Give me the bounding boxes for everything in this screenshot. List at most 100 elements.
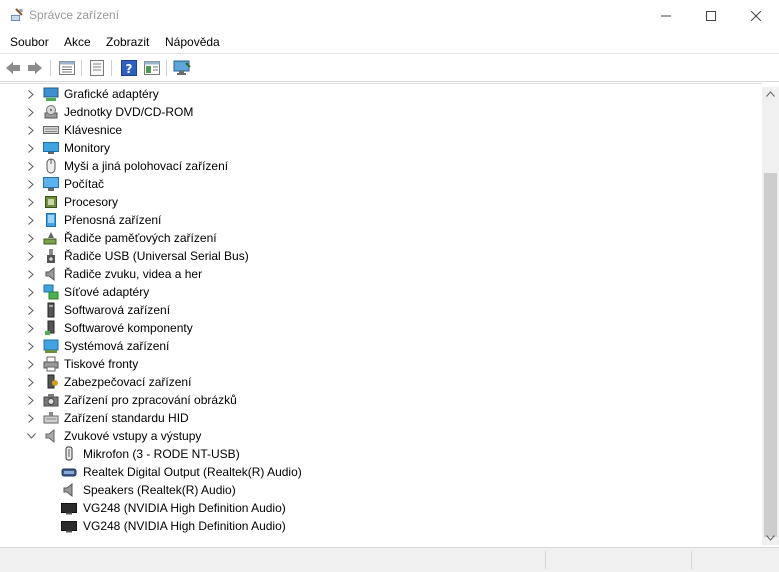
chevron-right-icon[interactable] [25, 193, 37, 211]
scrollbar-thumb[interactable] [764, 173, 777, 537]
device-tree[interactable]: Grafické adaptéry Jednotky DVD/CD-ROM Kláv… [0, 83, 762, 546]
minimize-icon [661, 15, 671, 16]
tree-category[interactable]: Procesory [0, 193, 760, 211]
help-button[interactable]: ? [120, 59, 138, 77]
chevron-right-icon[interactable] [25, 391, 37, 409]
close-button[interactable] [733, 0, 779, 31]
chevron-right-icon[interactable] [25, 247, 37, 265]
monitor-audio-icon [61, 521, 77, 533]
scroll-down-button[interactable] [762, 531, 779, 545]
chevron-right-icon[interactable] [25, 319, 37, 337]
menu-help[interactable]: Nápověda [165, 35, 220, 49]
menu-action[interactable]: Akce [64, 35, 91, 49]
network-adapter-icon [43, 284, 59, 300]
menu-view[interactable]: Zobrazit [106, 35, 149, 49]
chevron-right-icon[interactable] [25, 337, 37, 355]
toolbar-separator [111, 60, 112, 76]
tree-category[interactable]: Zvukové vstupy a výstupy [0, 427, 760, 445]
tree-device[interactable]: Realtek Digital Output (Realtek(R) Audio… [0, 463, 760, 481]
tree-category[interactable]: Softwarové komponenty [0, 319, 760, 337]
portable-device-icon [46, 213, 56, 227]
tree-item-label: Systémová zařízení [64, 339, 170, 353]
chevron-right-icon[interactable] [25, 409, 37, 427]
monitor-scan-icon [173, 60, 191, 75]
mouse-icon [46, 158, 56, 174]
menu-bar: Soubor Akce Zobrazit Nápověda [0, 31, 779, 53]
keyboard-icon [43, 126, 59, 134]
chevron-right-icon[interactable] [25, 229, 37, 247]
toolbar-separator [50, 60, 51, 76]
chevron-right-icon[interactable] [25, 157, 37, 175]
tree-item-label: Mikrofon (3 - RODE NT-USB) [83, 447, 240, 461]
tree-item-label: Řadiče USB (Universal Serial Bus) [64, 249, 249, 263]
chevron-down-icon[interactable] [25, 427, 37, 445]
tree-category[interactable]: Klávesnice [0, 121, 760, 139]
tree-item-label: Počítač [64, 177, 105, 191]
status-bar [0, 547, 779, 572]
document-button[interactable] [88, 59, 106, 77]
audio-io-icon [45, 428, 55, 444]
display-adapter-icon [43, 87, 59, 101]
tree-category[interactable]: Jednotky DVD/CD-ROM [0, 103, 760, 121]
tree-category[interactable]: Softwarová zařízení [0, 301, 760, 319]
close-icon [751, 10, 761, 21]
tree-category[interactable]: Zařízení standardu HID [0, 409, 760, 427]
tree-device[interactable]: VG248 (NVIDIA High Definition Audio) [0, 499, 760, 517]
menu-file[interactable]: Soubor [10, 35, 49, 49]
tree-category[interactable]: Monitory [0, 139, 760, 157]
tree-item-label: Softwarová zařízení [64, 303, 171, 317]
chevron-right-icon[interactable] [25, 121, 37, 139]
chevron-right-icon[interactable] [25, 85, 37, 103]
back-icon [6, 62, 20, 74]
dvd-drive-icon [44, 105, 58, 119]
chevron-right-icon[interactable] [25, 283, 37, 301]
maximize-button[interactable] [688, 0, 734, 31]
tree-item-label: Procesory [64, 195, 119, 209]
tree-item-label: VG248 (NVIDIA High Definition Audio) [83, 501, 286, 515]
tree-category[interactable]: Síťové adaptéry [0, 283, 760, 301]
tree-item-label: Jednotky DVD/CD-ROM [64, 105, 194, 119]
chevron-right-icon[interactable] [25, 211, 37, 229]
tree-device[interactable]: Mikrofon (3 - RODE NT-USB) [0, 445, 760, 463]
chevron-right-icon[interactable] [25, 355, 37, 373]
speaker-icon [45, 266, 55, 282]
chevron-right-icon[interactable] [25, 103, 37, 121]
tree-category[interactable]: Myši a jiná polohovací zařízení [0, 157, 760, 175]
vertical-scrollbar[interactable] [762, 87, 779, 545]
minimize-button[interactable] [643, 0, 689, 31]
tree-item-label: Speakers (Realtek(R) Audio) [83, 483, 236, 497]
tree-category[interactable]: Systémová zařízení [0, 337, 760, 355]
software-component-icon [45, 320, 55, 335]
chevron-right-icon[interactable] [25, 373, 37, 391]
tree-category[interactable]: Zabezpečovací zařízení [0, 373, 760, 391]
forward-icon [28, 62, 42, 74]
tree-category[interactable]: Grafické adaptéry [0, 85, 760, 103]
system-device-icon [43, 339, 59, 353]
tree-category[interactable]: Řadiče paměťových zařízení [0, 229, 760, 247]
tree-item-label: Softwarové komponenty [64, 321, 193, 335]
tree-category[interactable]: Tiskové fronty [0, 355, 760, 373]
tree-item-label: Síťové adaptéry [64, 285, 150, 299]
scroll-up-button[interactable] [762, 87, 779, 101]
tree-category[interactable]: Počítač [0, 175, 760, 193]
chevron-right-icon[interactable] [25, 139, 37, 157]
tree-category[interactable]: Přenosná zařízení [0, 211, 760, 229]
panel-button[interactable] [143, 59, 161, 77]
title-bar: Správce zařízení [0, 0, 779, 31]
tree-category[interactable]: Zařízení pro zpracování obrázků [0, 391, 760, 409]
tree-category[interactable]: Řadiče zvuku, videa a her [0, 265, 760, 283]
maximize-icon [706, 10, 716, 21]
tree-item-label: Zařízení standardu HID [64, 411, 189, 425]
device-manager-icon [11, 8, 23, 21]
chevron-right-icon[interactable] [25, 265, 37, 283]
panel-icon [144, 61, 160, 75]
tree-device[interactable]: Speakers (Realtek(R) Audio) [0, 481, 760, 499]
scan-hardware-button[interactable] [173, 59, 191, 77]
back-button[interactable] [4, 59, 22, 77]
forward-button[interactable] [26, 59, 44, 77]
chevron-right-icon[interactable] [25, 175, 37, 193]
properties-list-button[interactable] [58, 59, 76, 77]
chevron-right-icon[interactable] [25, 301, 37, 319]
tree-category[interactable]: Řadiče USB (Universal Serial Bus) [0, 247, 760, 265]
tree-device[interactable]: VG248 (NVIDIA High Definition Audio) [0, 517, 760, 535]
